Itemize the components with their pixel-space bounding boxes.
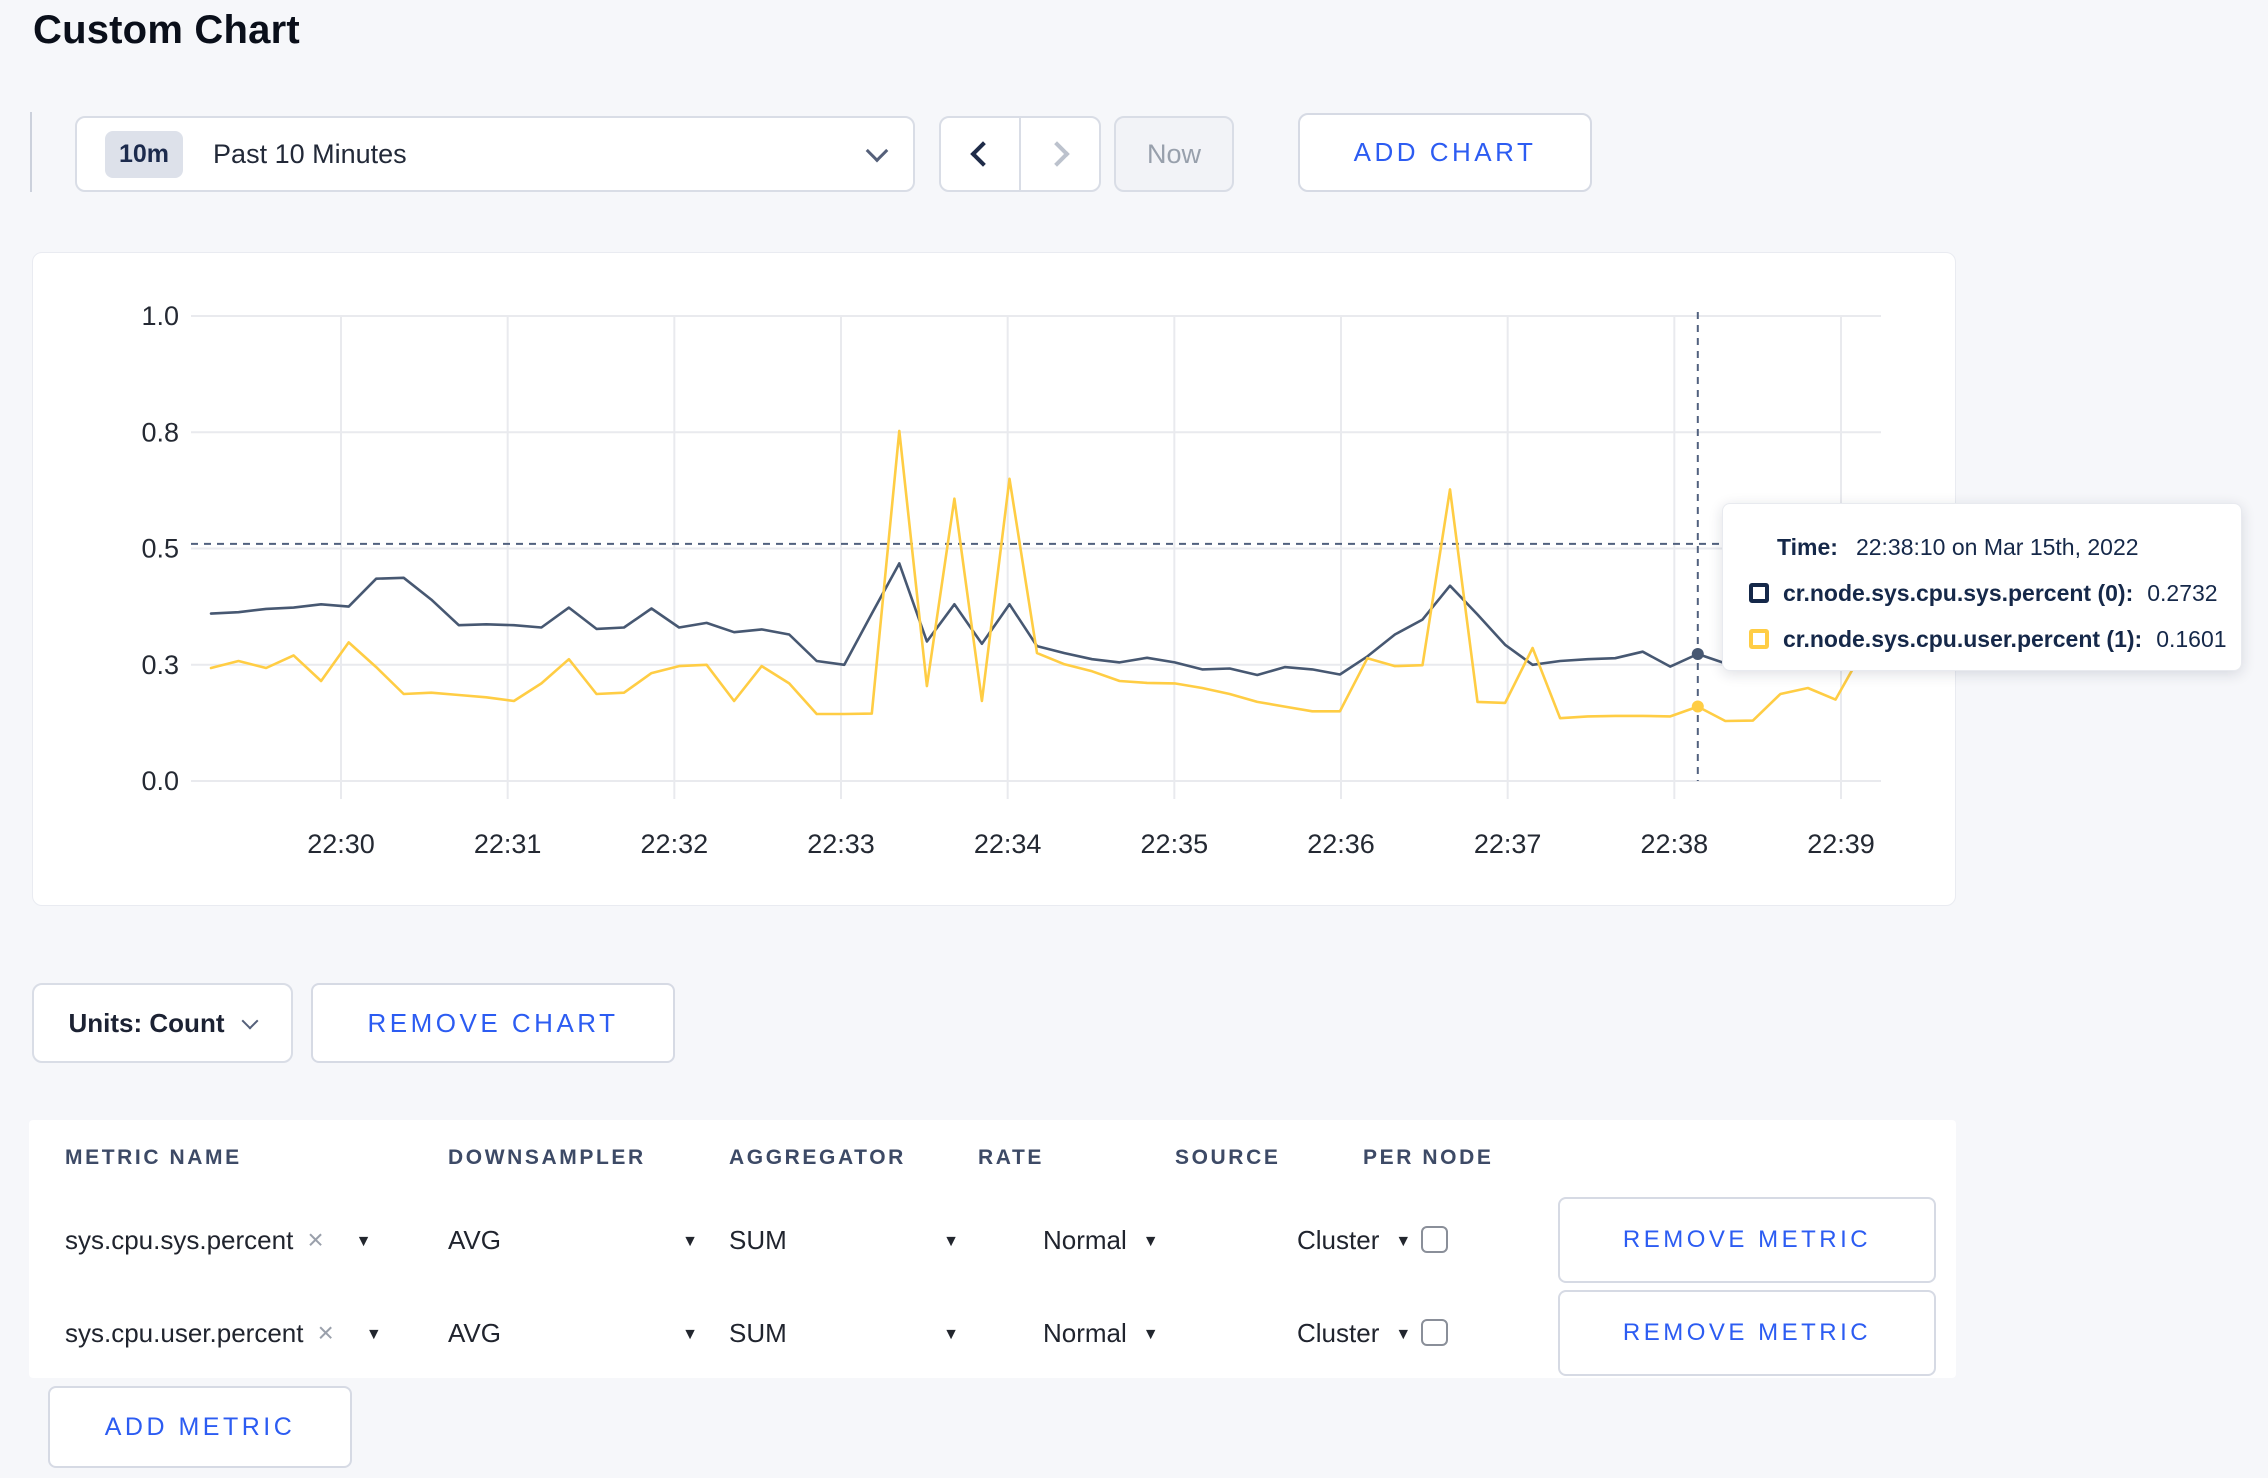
x-axis-tick: 22:39	[1807, 829, 1875, 859]
aggregator-value: SUM	[729, 1224, 787, 1255]
source-value: Cluster	[1297, 1224, 1380, 1255]
caret-down-icon: ▼	[1142, 1232, 1159, 1250]
remove-metric-button[interactable]: REMOVE METRIC	[1558, 1197, 1936, 1283]
add-metric-button[interactable]: ADD METRIC	[48, 1386, 352, 1468]
caret-down-icon: ▼	[682, 1325, 698, 1343]
rate-select[interactable]: Normal ▼	[1043, 1290, 1159, 1376]
per-node-checkbox[interactable]	[1421, 1319, 1448, 1346]
metric-name-value: sys.cpu.user.percent	[65, 1317, 304, 1348]
source-value: Cluster	[1297, 1317, 1380, 1348]
source-select[interactable]: Cluster ▼	[1297, 1290, 1411, 1376]
prev-time-button[interactable]	[941, 118, 1019, 190]
downsampler-value: AVG	[448, 1224, 501, 1255]
col-header-downsampler: DOWNSAMPLER	[448, 1146, 646, 1169]
x-axis-tick: 22:35	[1141, 829, 1209, 859]
col-header-metric-name: METRIC NAME	[65, 1146, 242, 1169]
chevron-down-icon	[865, 139, 889, 163]
tooltip-series-value: 0.2732	[2147, 579, 2218, 606]
source-select[interactable]: Cluster ▼	[1297, 1197, 1411, 1283]
per-node-checkbox[interactable]	[1421, 1226, 1448, 1253]
page-title: Custom Chart	[33, 8, 300, 52]
x-axis-tick: 22:31	[474, 829, 542, 859]
tooltip-time-label: Time:	[1777, 533, 1838, 560]
caret-down-icon: ▼	[1142, 1325, 1159, 1343]
metric-name-select[interactable]: sys.cpu.sys.percent × ▼	[65, 1197, 425, 1283]
remove-metric-button[interactable]: REMOVE METRIC	[1558, 1290, 1936, 1376]
units-select[interactable]: Units: Count	[32, 983, 293, 1063]
downsampler-select[interactable]: AVG ▼	[448, 1197, 698, 1283]
metric-name-value: sys.cpu.sys.percent	[65, 1224, 294, 1255]
remove-chart-button[interactable]: REMOVE CHART	[311, 983, 675, 1063]
time-range-label: Past 10 Minutes	[213, 138, 407, 169]
rate-select[interactable]: Normal ▼	[1043, 1197, 1159, 1283]
time-nav-group	[939, 116, 1101, 192]
aggregator-value: SUM	[729, 1317, 787, 1348]
series-line	[209, 562, 1865, 677]
timeseries-chart[interactable]: 1.0 0.8 0.5 0.3 0.0 22:30 22:31 22:32 22:33 22:34…	[32, 252, 1956, 906]
units-label: Units: Count	[68, 1007, 225, 1038]
col-header-per-node: PER NODE	[1363, 1146, 1494, 1169]
caret-down-icon: ▼	[1395, 1232, 1412, 1250]
x-axis-tick: 22:34	[974, 829, 1042, 859]
next-time-button[interactable]	[1019, 118, 1099, 190]
caret-down-icon: ▼	[682, 1232, 698, 1250]
tooltip-series-name: cr.node.sys.cpu.user.percent (1):	[1783, 625, 2143, 652]
y-axis-tick: 1.0	[141, 301, 179, 331]
rate-value: Normal	[1043, 1317, 1127, 1348]
table-row: sys.cpu.sys.percent × ▼ AVG ▼ SUM ▼ Norm…	[29, 1197, 1956, 1283]
col-header-aggregator: AGGREGATOR	[729, 1146, 906, 1169]
x-axis-tick: 22:37	[1474, 829, 1542, 859]
chevron-right-icon	[1044, 141, 1070, 167]
time-range-badge: 10m	[105, 130, 184, 178]
close-icon[interactable]: ×	[317, 1317, 333, 1349]
y-axis-tick: 0.0	[141, 766, 179, 796]
x-axis-tick: 22:36	[1307, 829, 1375, 859]
custom-chart-page: Custom Chart 10m Past 10 Minutes Now ADD…	[0, 0, 2268, 1478]
metrics-table: METRIC NAME DOWNSAMPLER AGGREGATOR RATE …	[29, 1120, 1956, 1378]
caret-down-icon: ▼	[365, 1325, 382, 1343]
col-header-rate: RATE	[978, 1146, 1045, 1169]
tooltip-time-value: 22:38:10 on Mar 15th, 2022	[1855, 533, 2139, 560]
tooltip-series-value: 0.1601	[2156, 625, 2227, 652]
caret-down-icon: ▼	[1395, 1325, 1412, 1343]
caret-down-icon: ▼	[943, 1325, 959, 1343]
table-row: sys.cpu.user.percent × ▼ AVG ▼ SUM ▼ Nor…	[29, 1290, 1956, 1376]
series-line	[209, 429, 1865, 723]
now-button[interactable]: Now	[1114, 116, 1234, 192]
crosshair-marker	[1691, 647, 1704, 660]
metric-name-select[interactable]: sys.cpu.user.percent × ▼	[65, 1290, 425, 1376]
downsampler-value: AVG	[448, 1317, 501, 1348]
downsampler-select[interactable]: AVG ▼	[448, 1290, 698, 1376]
chart-canvas[interactable]: 1.0 0.8 0.5 0.3 0.0 22:30 22:31 22:32 22:33 22:34…	[33, 253, 1955, 905]
caret-down-icon: ▼	[943, 1232, 959, 1250]
x-axis-tick: 22:30	[307, 829, 375, 859]
chevron-down-icon	[241, 1012, 259, 1030]
y-axis-tick: 0.3	[141, 650, 179, 680]
chevron-left-icon	[970, 141, 996, 167]
time-range-select[interactable]: 10m Past 10 Minutes	[75, 116, 915, 192]
x-axis-tick: 22:38	[1641, 829, 1709, 859]
x-axis-tick: 22:32	[641, 829, 709, 859]
aggregator-select[interactable]: SUM ▼	[729, 1197, 959, 1283]
y-axis-tick: 0.5	[141, 534, 179, 564]
series-sys-swatch-icon	[1749, 583, 1769, 603]
caret-down-icon: ▼	[355, 1232, 372, 1250]
rate-value: Normal	[1043, 1224, 1127, 1255]
x-axis-tick: 22:33	[807, 829, 875, 859]
tooltip-series-name: cr.node.sys.cpu.sys.percent (0):	[1783, 579, 2134, 606]
close-icon[interactable]: ×	[307, 1224, 323, 1256]
add-chart-button[interactable]: ADD CHART	[1298, 113, 1592, 192]
col-header-source: SOURCE	[1175, 1146, 1281, 1169]
series-user-swatch-icon	[1749, 629, 1769, 649]
crosshair-marker	[1691, 700, 1704, 713]
y-axis-tick: 0.8	[141, 417, 179, 447]
aggregator-select[interactable]: SUM ▼	[729, 1290, 959, 1376]
toolbar-left-divider	[30, 112, 32, 192]
chart-hover-tooltip: Time: 22:38:10 on Mar 15th, 2022 cr.node…	[1722, 503, 2242, 671]
